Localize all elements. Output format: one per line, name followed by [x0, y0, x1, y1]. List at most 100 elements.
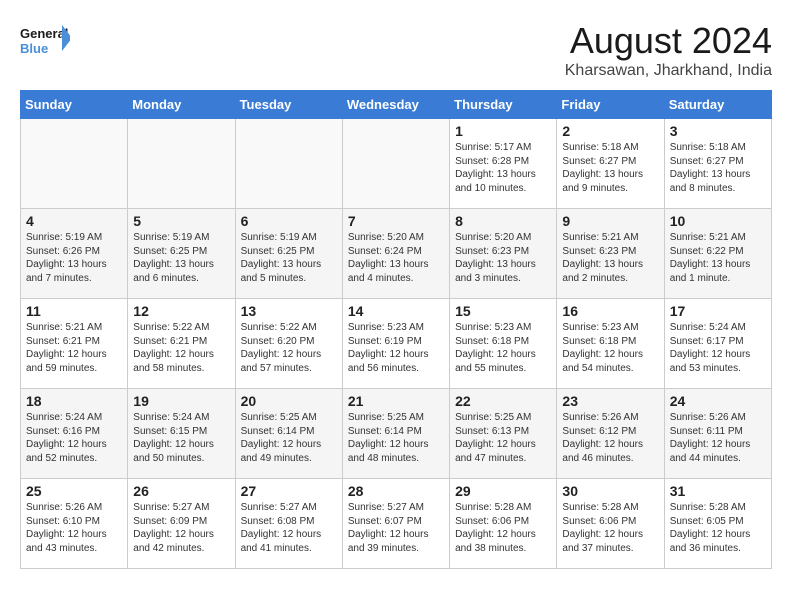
day-content: Sunrise: 5:20 AM Sunset: 6:23 PM Dayligh… — [455, 231, 551, 285]
weekday-header-friday: Friday — [557, 91, 664, 119]
day-content: Sunrise: 5:19 AM Sunset: 6:25 PM Dayligh… — [133, 231, 229, 285]
day-content: Sunrise: 5:25 AM Sunset: 6:14 PM Dayligh… — [348, 411, 444, 465]
day-content: Sunrise: 5:28 AM Sunset: 6:06 PM Dayligh… — [562, 501, 658, 555]
day-content: Sunrise: 5:23 AM Sunset: 6:19 PM Dayligh… — [348, 321, 444, 375]
calendar-cell: 1 Sunrise: 5:17 AM Sunset: 6:28 PM Daylig… — [450, 119, 557, 209]
day-content: Sunrise: 5:27 AM Sunset: 6:08 PM Dayligh… — [241, 501, 337, 555]
day-number: 13 — [241, 303, 337, 319]
day-number: 11 — [26, 303, 122, 319]
logo: General Blue — [20, 20, 70, 65]
day-number: 12 — [133, 303, 229, 319]
day-content: Sunrise: 5:28 AM Sunset: 6:06 PM Dayligh… — [455, 501, 551, 555]
day-content: Sunrise: 5:21 AM Sunset: 6:22 PM Dayligh… — [670, 231, 766, 285]
weekday-header-sunday: Sunday — [21, 91, 128, 119]
day-number: 30 — [562, 483, 658, 499]
calendar-cell: 4 Sunrise: 5:19 AM Sunset: 6:26 PM Daylig… — [21, 209, 128, 299]
day-number: 21 — [348, 393, 444, 409]
weekday-header-row: SundayMondayTuesdayWednesdayThursdayFrid… — [21, 91, 772, 119]
day-number: 15 — [455, 303, 551, 319]
calendar-cell: 17Sunrise: 5:24 AM Sunset: 6:17 PM Dayli… — [664, 299, 771, 389]
calendar-table: SundayMondayTuesdayWednesdayThursdayFrid… — [20, 90, 772, 569]
calendar-cell: 11Sunrise: 5:21 AM Sunset: 6:21 PM Dayli… — [21, 299, 128, 389]
day-number: 4 — [26, 213, 122, 229]
day-number: 27 — [241, 483, 337, 499]
day-number: 20 — [241, 393, 337, 409]
calendar-cell: 5 Sunrise: 5:19 AM Sunset: 6:25 PM Daylig… — [128, 209, 235, 299]
day-content: Sunrise: 5:28 AM Sunset: 6:05 PM Dayligh… — [670, 501, 766, 555]
day-content: Sunrise: 5:23 AM Sunset: 6:18 PM Dayligh… — [562, 321, 658, 375]
calendar-cell: 24Sunrise: 5:26 AM Sunset: 6:11 PM Dayli… — [664, 389, 771, 479]
day-content: Sunrise: 5:24 AM Sunset: 6:17 PM Dayligh… — [670, 321, 766, 375]
calendar-week-row: 11Sunrise: 5:21 AM Sunset: 6:21 PM Dayli… — [21, 299, 772, 389]
day-content: Sunrise: 5:18 AM Sunset: 6:27 PM Dayligh… — [562, 141, 658, 195]
calendar-cell: 25 Sunrise: 5:26 AM Sunset: 6:10 PM Dayli… — [21, 479, 128, 569]
calendar-cell — [235, 119, 342, 209]
day-number: 31 — [670, 483, 766, 499]
day-content: Sunrise: 5:20 AM Sunset: 6:24 PM Dayligh… — [348, 231, 444, 285]
day-number: 5 — [133, 213, 229, 229]
calendar-cell: 14 Sunrise: 5:23 AM Sunset: 6:19 PM Dayli… — [342, 299, 449, 389]
day-content: Sunrise: 5:27 AM Sunset: 6:07 PM Dayligh… — [348, 501, 444, 555]
calendar-cell: 15 Sunrise: 5:23 AM Sunset: 6:18 PM Dayli… — [450, 299, 557, 389]
day-number: 24 — [670, 393, 766, 409]
day-content: Sunrise: 5:23 AM Sunset: 6:18 PM Dayligh… — [455, 321, 551, 375]
calendar-cell: 12 Sunrise: 5:22 AM Sunset: 6:21 PM Dayli… — [128, 299, 235, 389]
day-content: Sunrise: 5:19 AM Sunset: 6:25 PM Dayligh… — [241, 231, 337, 285]
title-section: August 2024 Kharsawan, Jharkhand, India — [565, 20, 772, 80]
calendar-cell — [342, 119, 449, 209]
day-number: 25 — [26, 483, 122, 499]
page-header: General Blue August 2024 Kharsawan, Jhar… — [20, 20, 772, 80]
calendar-cell: 23Sunrise: 5:26 AM Sunset: 6:12 PM Dayli… — [557, 389, 664, 479]
day-content: Sunrise: 5:25 AM Sunset: 6:14 PM Dayligh… — [241, 411, 337, 465]
calendar-cell: 2 Sunrise: 5:18 AM Sunset: 6:27 PM Daylig… — [557, 119, 664, 209]
calendar-cell: 30 Sunrise: 5:28 AM Sunset: 6:06 PM Dayli… — [557, 479, 664, 569]
calendar-cell: 22Sunrise: 5:25 AM Sunset: 6:13 PM Dayli… — [450, 389, 557, 479]
calendar-cell: 26Sunrise: 5:27 AM Sunset: 6:09 PM Dayli… — [128, 479, 235, 569]
calendar-cell: 20 Sunrise: 5:25 AM Sunset: 6:14 PM Dayli… — [235, 389, 342, 479]
calendar-week-row: 1 Sunrise: 5:17 AM Sunset: 6:28 PM Daylig… — [21, 119, 772, 209]
day-number: 14 — [348, 303, 444, 319]
day-content: Sunrise: 5:19 AM Sunset: 6:26 PM Dayligh… — [26, 231, 122, 285]
calendar-cell: 31 Sunrise: 5:28 AM Sunset: 6:05 PM Dayli… — [664, 479, 771, 569]
day-number: 16 — [562, 303, 658, 319]
calendar-cell: 7 Sunrise: 5:20 AM Sunset: 6:24 PM Daylig… — [342, 209, 449, 299]
calendar-cell: 6 Sunrise: 5:19 AM Sunset: 6:25 PM Daylig… — [235, 209, 342, 299]
weekday-header-tuesday: Tuesday — [235, 91, 342, 119]
day-number: 8 — [455, 213, 551, 229]
weekday-header-wednesday: Wednesday — [342, 91, 449, 119]
weekday-header-thursday: Thursday — [450, 91, 557, 119]
day-content: Sunrise: 5:17 AM Sunset: 6:28 PM Dayligh… — [455, 141, 551, 195]
calendar-cell: 21 Sunrise: 5:25 AM Sunset: 6:14 PM Dayli… — [342, 389, 449, 479]
day-number: 26 — [133, 483, 229, 499]
day-number: 6 — [241, 213, 337, 229]
calendar-cell: 18 Sunrise: 5:24 AM Sunset: 6:16 PM Dayli… — [21, 389, 128, 479]
day-content: Sunrise: 5:22 AM Sunset: 6:20 PM Dayligh… — [241, 321, 337, 375]
calendar-cell: 16 Sunrise: 5:23 AM Sunset: 6:18 PM Dayli… — [557, 299, 664, 389]
calendar-cell: 8 Sunrise: 5:20 AM Sunset: 6:23 PM Daylig… — [450, 209, 557, 299]
weekday-header-monday: Monday — [128, 91, 235, 119]
day-number: 22 — [455, 393, 551, 409]
calendar-cell: 9Sunrise: 5:21 AM Sunset: 6:23 PM Daylig… — [557, 209, 664, 299]
calendar-cell: 10Sunrise: 5:21 AM Sunset: 6:22 PM Dayli… — [664, 209, 771, 299]
day-content: Sunrise: 5:26 AM Sunset: 6:12 PM Dayligh… — [562, 411, 658, 465]
calendar-cell: 19Sunrise: 5:24 AM Sunset: 6:15 PM Dayli… — [128, 389, 235, 479]
day-number: 29 — [455, 483, 551, 499]
day-number: 28 — [348, 483, 444, 499]
calendar-cell — [128, 119, 235, 209]
calendar-cell: 3Sunrise: 5:18 AM Sunset: 6:27 PM Daylig… — [664, 119, 771, 209]
day-number: 1 — [455, 123, 551, 139]
calendar-week-row: 25 Sunrise: 5:26 AM Sunset: 6:10 PM Dayli… — [21, 479, 772, 569]
calendar-cell: 27 Sunrise: 5:27 AM Sunset: 6:08 PM Dayli… — [235, 479, 342, 569]
location: Kharsawan, Jharkhand, India — [565, 62, 772, 80]
day-number: 2 — [562, 123, 658, 139]
calendar-cell: 28 Sunrise: 5:27 AM Sunset: 6:07 PM Dayli… — [342, 479, 449, 569]
day-content: Sunrise: 5:24 AM Sunset: 6:16 PM Dayligh… — [26, 411, 122, 465]
day-content: Sunrise: 5:22 AM Sunset: 6:21 PM Dayligh… — [133, 321, 229, 375]
day-content: Sunrise: 5:26 AM Sunset: 6:10 PM Dayligh… — [26, 501, 122, 555]
svg-text:General: General — [20, 26, 68, 41]
day-content: Sunrise: 5:24 AM Sunset: 6:15 PM Dayligh… — [133, 411, 229, 465]
calendar-cell — [21, 119, 128, 209]
day-number: 7 — [348, 213, 444, 229]
day-number: 18 — [26, 393, 122, 409]
logo-svg: General Blue — [20, 20, 70, 65]
